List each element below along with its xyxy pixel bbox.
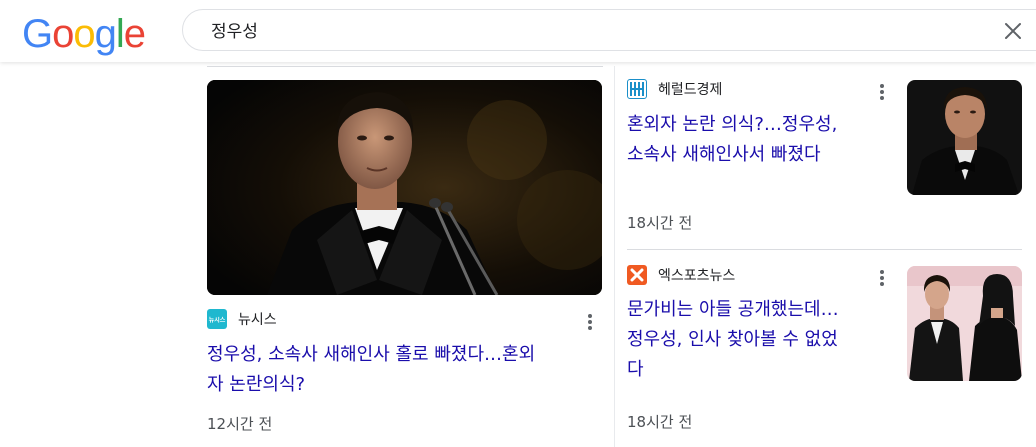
logo-letter: g	[94, 12, 117, 56]
timestamp: 12시간 전	[207, 415, 273, 433]
close-icon	[1005, 23, 1021, 39]
more-options-button[interactable]	[872, 81, 892, 101]
news-headline[interactable]: 정우성, 소속사 새해인사 홀로 빠졌다…혼외 자 논란의식?	[207, 340, 602, 400]
search-header: Google	[0, 0, 1036, 62]
divider	[207, 66, 603, 67]
actor-photo	[907, 80, 1022, 195]
news-source[interactable]: 뉴시스 뉴시스	[207, 309, 277, 329]
timestamp: 18시간 전	[627, 413, 693, 431]
herald-logo-icon	[627, 79, 647, 99]
actor-photo	[207, 80, 602, 295]
search-box[interactable]	[182, 9, 1036, 51]
news-thumbnail[interactable]	[907, 266, 1022, 381]
source-name: 엑스포츠뉴스	[658, 268, 736, 284]
news-image[interactable]	[207, 80, 602, 295]
logo-letter: e	[123, 12, 146, 56]
clear-search-button[interactable]	[1003, 21, 1023, 41]
headline-line: 정우성, 소속사 새해인사 홀로 빠졌다…혼외	[207, 344, 536, 365]
more-options-button[interactable]	[872, 267, 892, 287]
headline-line: 정우성, 인사 찾아볼 수 없었	[627, 329, 838, 350]
timestamp: 18시간 전	[627, 214, 693, 232]
news-headline[interactable]: 문가비는 아들 공개했는데… 정우성, 인사 찾아볼 수 없었 다	[627, 295, 897, 385]
logo-letter: G	[22, 12, 53, 56]
news-thumbnail[interactable]	[907, 80, 1022, 195]
news-source[interactable]: 헤럴드경제	[627, 79, 722, 99]
headline-line: 문가비는 아들 공개했는데…	[627, 299, 839, 320]
more-options-button[interactable]	[580, 311, 600, 331]
source-logo-text: 뉴시스	[208, 316, 226, 324]
headline-line: 혼외자 논란 의식?…정우성,	[627, 114, 838, 135]
google-logo[interactable]: Google	[22, 12, 146, 56]
news-headline[interactable]: 혼외자 논란 의식?…정우성, 소속사 새해인사서 빠졌다	[627, 110, 897, 170]
logo-letter: o	[73, 12, 95, 56]
headline-line: 다	[627, 359, 644, 380]
headline-line: 소속사 새해인사서 빠졌다	[627, 144, 821, 165]
column-divider	[614, 66, 615, 447]
newsis-logo-icon: 뉴시스	[207, 309, 227, 329]
logo-letter: o	[52, 12, 74, 56]
source-name: 헤럴드경제	[658, 82, 723, 98]
xports-logo-icon	[627, 265, 647, 285]
source-name: 뉴시스	[238, 312, 277, 328]
logo-letter: l	[115, 12, 125, 56]
news-source[interactable]: 엑스포츠뉴스	[627, 265, 735, 285]
search-input[interactable]	[211, 19, 911, 39]
event-photo	[907, 266, 1022, 381]
headline-line: 자 논란의식?	[207, 374, 306, 395]
divider	[627, 249, 1022, 250]
